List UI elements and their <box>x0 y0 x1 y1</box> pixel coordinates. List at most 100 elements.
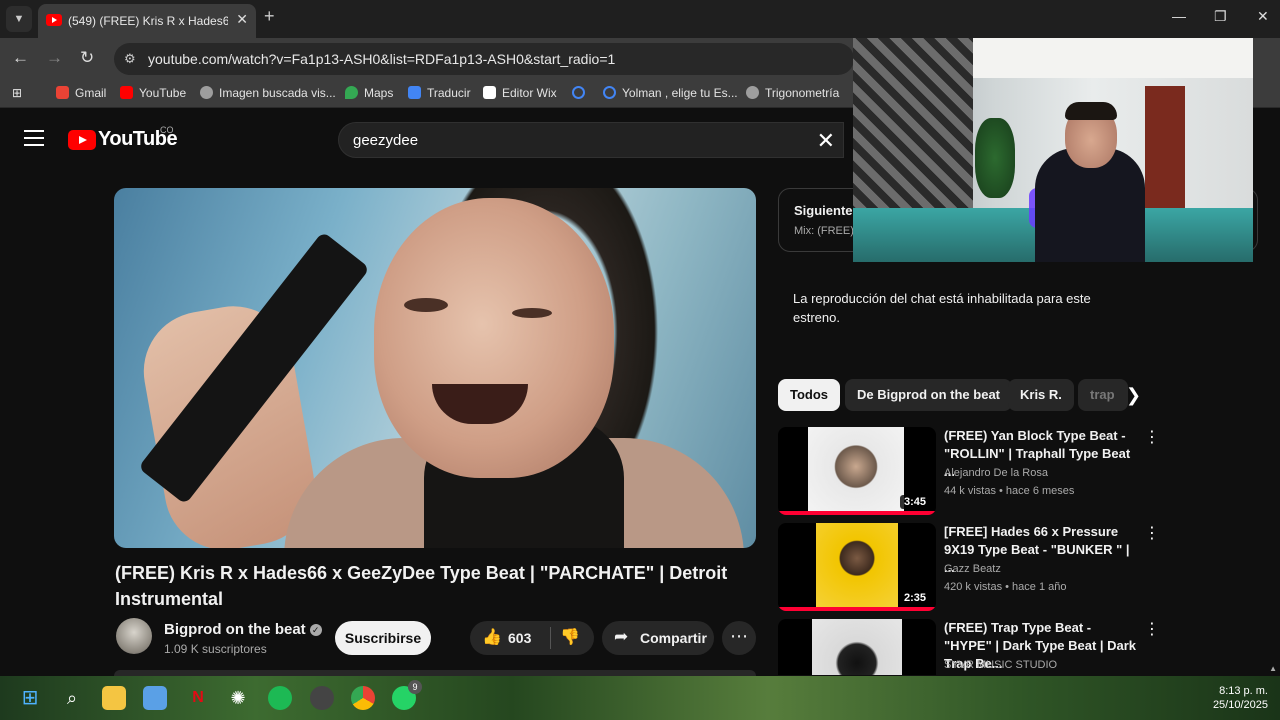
channel-name[interactable]: Bigprod on the beat ✓ <box>164 621 322 638</box>
video-duration: 3:45 <box>899 495 930 509</box>
chevron-right-icon[interactable]: ❯ <box>1126 385 1141 406</box>
globe-icon <box>746 86 759 99</box>
rec-thumbnail[interactable]: 2:35 <box>778 523 936 611</box>
region-code: CO <box>160 125 174 135</box>
bookmark-wix[interactable]: Editor Wix <box>483 86 557 100</box>
channel-name-text[interactable]: Bigprod on the beat <box>164 621 306 638</box>
video-frame-eye <box>512 308 552 318</box>
recommendation-item[interactable]: 2:35 [FREE] Hades 66 x Pressure 9X19 Typ… <box>778 523 1178 615</box>
spotify-icon[interactable] <box>268 686 292 710</box>
minimize-button[interactable]: — <box>1172 8 1186 24</box>
bookmark-youtube[interactable]: YouTube <box>120 86 186 100</box>
windows-taskbar: ⊞ ⌕ N ✺ 9 8:13 p. m. 25/10/2025 <box>0 676 1280 720</box>
verified-icon: ✓ <box>309 624 322 636</box>
rec-channel[interactable]: Alejandro De la Rosa <box>944 467 1048 479</box>
translate-icon <box>408 86 421 99</box>
subscribe-button[interactable]: Suscribirse <box>335 621 431 655</box>
search-input[interactable]: geezydee <box>353 132 418 149</box>
cam-ceiling <box>973 38 1253 78</box>
watch-progress-bar <box>778 511 936 515</box>
store-icon[interactable] <box>143 686 167 710</box>
forward-button[interactable]: → <box>46 48 63 68</box>
app-icon[interactable] <box>310 686 334 710</box>
bookmark-maps[interactable]: Maps <box>345 86 393 100</box>
globe-icon <box>200 86 213 99</box>
tab-title: (549) (FREE) Kris R x Hades66 x <box>68 14 228 28</box>
chip-todos[interactable]: Todos <box>778 379 841 411</box>
rec-meta: 420 k vistas • hace 1 año <box>944 581 1067 593</box>
apps-grid-icon[interactable]: ⊞ <box>12 86 22 100</box>
site-settings-icon[interactable]: ⚙ <box>124 51 136 67</box>
rec-channel[interactable]: Gazz Beatz <box>944 563 1001 575</box>
bookmark-gmail[interactable]: Gmail <box>56 86 106 100</box>
new-tab-button[interactable]: + <box>264 6 275 27</box>
kebab-menu-icon[interactable]: ⋮ <box>1144 523 1160 543</box>
like-count[interactable]: 603 <box>508 630 531 646</box>
youtube-icon <box>120 86 133 99</box>
recommendation-item[interactable]: 3:45 (FREE) Yan Block Type Beat - "ROLLI… <box>778 427 1178 519</box>
menu-icon[interactable] <box>24 130 44 146</box>
clock-time: 8:13 p. m. <box>1219 685 1268 697</box>
tab-search-button[interactable]: ▼ <box>6 6 32 32</box>
chip-bigprod[interactable]: De Bigprod on the beat <box>845 379 1012 411</box>
whatsapp-icon[interactable]: 9 <box>392 680 422 710</box>
window-close-button[interactable]: ✕ <box>1257 8 1269 25</box>
kebab-menu-icon[interactable]: ⋮ <box>1144 427 1160 447</box>
rec-channel[interactable]: SYVR MUSIC STUDIO <box>944 659 1057 671</box>
rec-thumb-image <box>816 523 898 611</box>
recommendation-item[interactable]: (FREE) Trap Type Beat - "HYPE" | Dark Ty… <box>778 619 1178 675</box>
system-clock[interactable]: 8:13 p. m. 25/10/2025 <box>1213 684 1268 712</box>
back-button[interactable]: ← <box>12 48 29 68</box>
active-tab[interactable]: (549) (FREE) Kris R x Hades66 x ✕ <box>38 4 256 38</box>
bookmark-traducir[interactable]: Traducir <box>408 86 471 100</box>
clock-date: 25/10/2025 <box>1212 699 1268 711</box>
video-player[interactable] <box>114 188 756 548</box>
like-dislike-group: 👍 603 👎 <box>470 621 594 655</box>
gmail-icon <box>56 86 69 99</box>
tab-close-icon[interactable]: ✕ <box>236 11 248 28</box>
video-duration: 2:35 <box>899 591 930 605</box>
like-button[interactable]: 👍 <box>482 627 502 647</box>
kebab-menu-icon[interactable]: ⋮ <box>1144 619 1160 639</box>
browser-tab-bar: ▼ (549) (FREE) Kris R x Hades66 x ✕ + — … <box>0 0 1280 38</box>
share-button[interactable]: ➦ Compartir <box>602 621 714 655</box>
rec-thumbnail[interactable] <box>778 619 936 675</box>
chat-disabled-note: La reproducción del chat está inhabilita… <box>793 291 1091 325</box>
bookmark-unnamed[interactable] <box>572 86 591 100</box>
search-box[interactable]: geezydee ✕ <box>338 122 844 158</box>
webcam-overlay <box>853 38 1253 262</box>
youtube-logo-icon[interactable] <box>68 130 96 150</box>
restore-button[interactable]: ❐ <box>1214 8 1227 25</box>
like-divider <box>550 627 551 649</box>
channel-avatar[interactable] <box>116 618 152 654</box>
search-icon[interactable]: ⌕ <box>60 686 84 710</box>
clear-search-icon[interactable]: ✕ <box>817 128 835 154</box>
chrome-icon[interactable] <box>351 686 375 710</box>
bookmark-trigonometria[interactable]: Trigonometría <box>746 86 839 100</box>
windows-start-icon[interactable]: ⊞ <box>18 686 42 710</box>
bookmark-imagen[interactable]: Imagen buscada vis... <box>200 86 336 100</box>
chip-kris-r[interactable]: Kris R. <box>1008 379 1074 411</box>
rec-thumbnail[interactable]: 3:45 <box>778 427 936 515</box>
bookmark-yolman[interactable]: Yolman , elige tu Es... <box>603 86 738 100</box>
chatgpt-icon[interactable]: ✺ <box>226 686 250 710</box>
chip-trap[interactable]: trap <box>1078 379 1128 411</box>
subscriber-count: 1.09 K suscriptores <box>164 642 267 656</box>
scrollbar-arrow-icon[interactable]: ▲ <box>1269 664 1277 673</box>
wix-icon <box>483 86 496 99</box>
more-actions-button[interactable]: ⋯ <box>722 621 756 655</box>
video-title: (FREE) Kris R x Hades66 x GeeZyDee Type … <box>115 563 728 609</box>
up-next-label: Siguiente: <box>794 203 857 218</box>
share-label: Compartir <box>640 630 707 646</box>
file-explorer-icon[interactable] <box>102 686 126 710</box>
cam-person-hair <box>1065 102 1117 120</box>
cam-plant <box>975 118 1015 198</box>
youtube-favicon-icon <box>46 14 62 26</box>
rec-thumb-image <box>812 619 902 675</box>
reload-button[interactable]: ↻ <box>80 48 94 68</box>
video-frame-face <box>374 198 614 478</box>
netflix-icon[interactable]: N <box>186 686 210 710</box>
dislike-button[interactable]: 👎 <box>560 627 580 647</box>
address-bar[interactable]: ⚙ youtube.com/watch?v=Fa1p13-ASH0&list=R… <box>114 43 854 75</box>
up-next-value: Mix: (FREE) <box>794 225 854 237</box>
